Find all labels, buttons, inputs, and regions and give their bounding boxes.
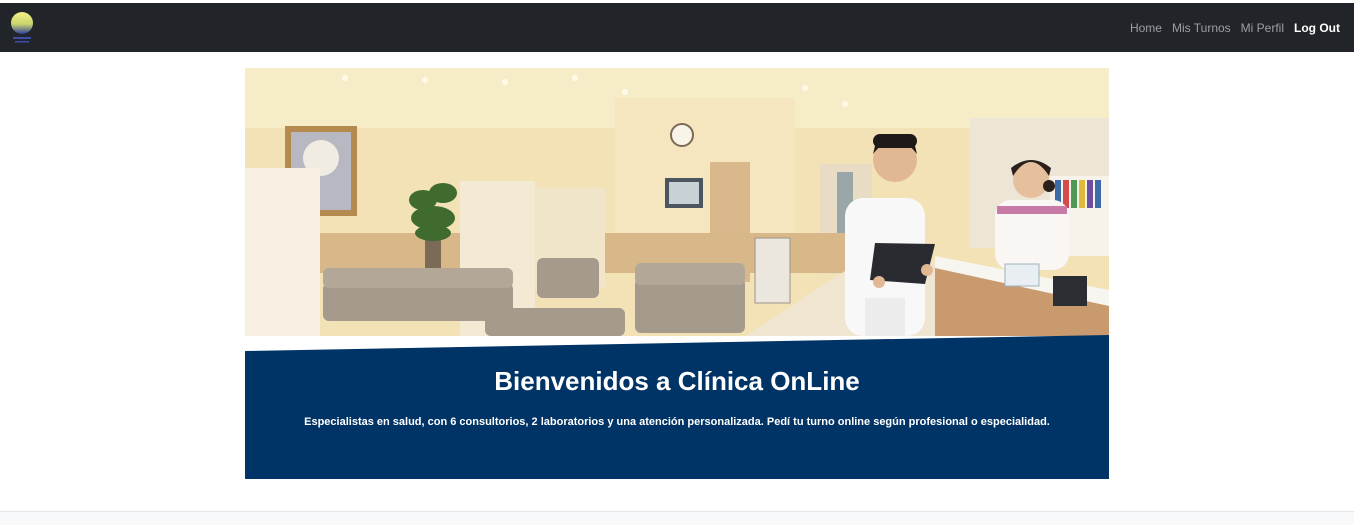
welcome-banner: Bienvenidos a Clínica OnLine Especialist… — [245, 333, 1109, 479]
nav-link-mi-perfil[interactable]: Mi Perfil — [1241, 21, 1284, 35]
clinic-reception-photo — [245, 68, 1109, 336]
nav-link-mis-turnos[interactable]: Mis Turnos — [1172, 21, 1231, 35]
navbar: Home Mis Turnos Mi Perfil Log Out — [0, 3, 1354, 52]
hero-section: Bienvenidos a Clínica OnLine Especialist… — [245, 68, 1109, 479]
footer-bar — [0, 511, 1354, 525]
nav-links: Home Mis Turnos Mi Perfil Log Out — [1130, 3, 1340, 52]
clinic-logo-icon[interactable] — [8, 10, 36, 44]
nav-link-home[interactable]: Home — [1130, 21, 1162, 35]
banner-background — [245, 335, 1109, 479]
nav-link-log-out[interactable]: Log Out — [1294, 21, 1340, 35]
welcome-description: Especialistas en salud, con 6 consultori… — [304, 416, 1050, 428]
welcome-title: Bienvenidos a Clínica OnLine — [494, 366, 860, 396]
